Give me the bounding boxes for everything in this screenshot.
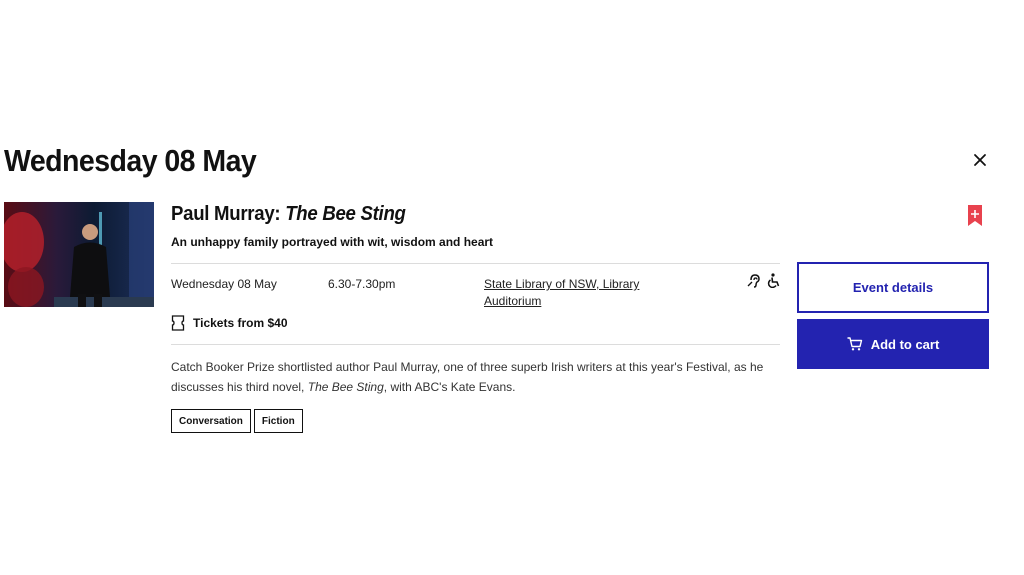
event-title-prefix: Paul Murray: xyxy=(171,203,286,225)
author-photo xyxy=(4,202,154,307)
event-time: 6.30-7.30pm xyxy=(328,277,396,291)
event-date: Wednesday 08 May xyxy=(171,277,277,291)
event-description: Catch Booker Prize shortlisted author Pa… xyxy=(171,357,783,397)
event-subtitle: An unhappy family portrayed with wit, wi… xyxy=(171,235,494,249)
close-button[interactable] xyxy=(970,150,990,170)
tag-conversation[interactable]: Conversation xyxy=(171,409,251,433)
cart-icon xyxy=(847,337,862,351)
close-icon xyxy=(974,154,986,166)
tag-fiction[interactable]: Fiction xyxy=(253,409,303,433)
description-text-end: , with ABC's Kate Evans. xyxy=(383,380,516,394)
bookmark-button[interactable] xyxy=(967,205,983,227)
event-title[interactable]: Paul Murray: The Bee Sting xyxy=(171,203,406,226)
tickets-label: Tickets from $40 xyxy=(193,316,288,330)
day-heading: Wednesday 08 May xyxy=(4,143,257,178)
description-book-title: The Bee Sting xyxy=(307,380,384,394)
bookmark-add-icon xyxy=(968,205,982,226)
wheelchair-access-icon xyxy=(766,273,781,289)
event-thumbnail[interactable] xyxy=(4,202,154,307)
event-title-italic: The Bee Sting xyxy=(285,203,406,225)
event-details-button[interactable]: Event details xyxy=(797,262,989,313)
ticket-icon xyxy=(171,315,185,331)
add-to-cart-label: Add to cart xyxy=(870,336,940,352)
divider xyxy=(171,263,780,264)
hearing-assist-icon xyxy=(747,273,762,288)
event-venue-link[interactable]: State Library of NSW, Library Auditorium xyxy=(484,276,664,310)
tag-list: Conversation Fiction xyxy=(171,409,303,433)
tickets-info: Tickets from $40 xyxy=(171,315,288,331)
divider xyxy=(171,344,780,345)
add-to-cart-button[interactable]: Add to cart xyxy=(797,319,989,369)
